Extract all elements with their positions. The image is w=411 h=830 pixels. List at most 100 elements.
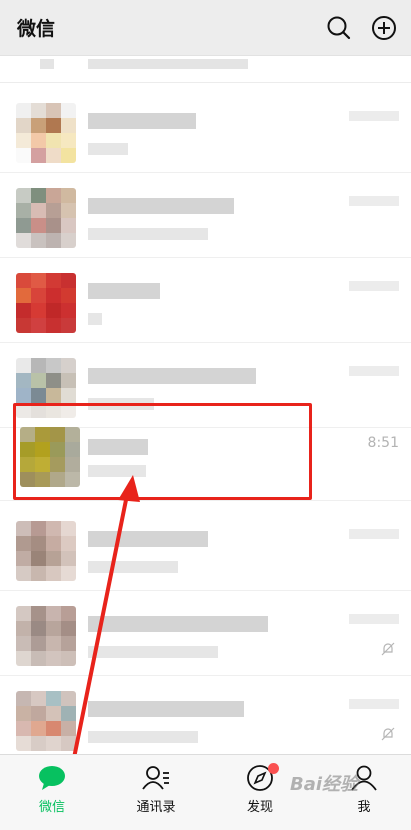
notification-badge	[268, 763, 279, 774]
avatar-pixel	[61, 148, 76, 163]
avatar-pixel	[46, 103, 61, 118]
avatar-pixel	[16, 318, 31, 333]
avatar-pixel	[46, 566, 61, 581]
blurred-content	[88, 59, 248, 69]
chat-name-blurred	[88, 113, 196, 129]
chat-item[interactable]	[0, 259, 411, 343]
avatar-pixel	[61, 288, 76, 303]
chat-preview-blurred	[88, 143, 128, 155]
chat-preview-blurred	[88, 731, 198, 743]
chat-preview-blurred	[88, 646, 218, 658]
avatar-pixel	[31, 388, 46, 403]
avatar-pixel	[16, 288, 31, 303]
avatar-pixel	[31, 358, 46, 373]
tab-label: 微信	[38, 800, 65, 815]
avatar-pixel	[46, 233, 61, 248]
chat-item[interactable]	[0, 174, 411, 258]
avatar-pixel	[16, 188, 31, 203]
avatar-pixel	[31, 706, 46, 721]
avatar-pixel	[46, 736, 61, 751]
avatar-pixel	[46, 133, 61, 148]
tab-discover[interactable]: 发现	[220, 763, 300, 815]
blurred-content	[40, 59, 54, 69]
avatar-pixel	[16, 133, 31, 148]
avatar-pixel	[31, 273, 46, 288]
avatar-pixel	[46, 721, 61, 736]
chat-time-blurred	[349, 529, 399, 539]
avatar	[16, 273, 76, 333]
avatar-pixel	[31, 651, 46, 666]
avatar-pixel	[31, 103, 46, 118]
avatar-pixel	[61, 521, 76, 536]
chat-preview-blurred	[88, 228, 208, 240]
tab-chats[interactable]: 微信	[12, 763, 92, 815]
chat-time-blurred	[349, 111, 399, 121]
avatar	[16, 606, 76, 666]
avatar-pixel	[16, 358, 31, 373]
chat-item[interactable]	[0, 677, 411, 753]
avatar-pixel	[46, 691, 61, 706]
avatar-pixel	[31, 233, 46, 248]
avatar-pixel	[31, 148, 46, 163]
avatar-pixel	[46, 148, 61, 163]
avatar-pixel	[16, 303, 31, 318]
avatar-pixel	[31, 536, 46, 551]
avatar-pixel	[61, 706, 76, 721]
avatar-pixel	[46, 606, 61, 621]
avatar-pixel	[46, 203, 61, 218]
chat-item[interactable]	[0, 89, 411, 173]
avatar-pixel	[46, 318, 61, 333]
avatar-pixel	[46, 273, 61, 288]
avatar-pixel	[61, 273, 76, 288]
avatar-pixel	[61, 736, 76, 751]
avatar-pixel	[46, 706, 61, 721]
avatar-pixel	[16, 606, 31, 621]
avatar-pixel	[31, 318, 46, 333]
avatar-pixel	[16, 148, 31, 163]
avatar-pixel	[61, 566, 76, 581]
avatar-pixel	[31, 691, 46, 706]
mute-bell-icon	[381, 642, 395, 656]
avatar-pixel	[61, 621, 76, 636]
avatar	[16, 521, 76, 581]
contacts-icon	[142, 766, 169, 790]
avatar-pixel	[61, 636, 76, 651]
chat-item[interactable]	[0, 507, 411, 591]
avatar-pixel	[61, 188, 76, 203]
tab-contacts[interactable]: 通讯录	[116, 763, 196, 815]
tab-label: 通讯录	[136, 800, 176, 815]
highlight-box	[13, 403, 312, 500]
chat-item[interactable]	[0, 592, 411, 676]
mute-bell-icon	[381, 727, 395, 741]
avatar-pixel	[16, 566, 31, 581]
avatar-pixel	[61, 303, 76, 318]
avatar-pixel	[61, 721, 76, 736]
chat-time-blurred	[349, 699, 399, 709]
avatar-pixel	[31, 636, 46, 651]
chat-time-blurred	[349, 366, 399, 376]
avatar-pixel	[46, 118, 61, 133]
avatar-pixel	[61, 318, 76, 333]
avatar-pixel	[16, 233, 31, 248]
list-item-partial[interactable]	[0, 57, 411, 83]
plus-circle-icon[interactable]	[369, 13, 399, 43]
avatar-pixel	[61, 358, 76, 373]
avatar-pixel	[16, 736, 31, 751]
avatar-pixel	[46, 651, 61, 666]
search-icon[interactable]	[324, 13, 354, 43]
avatar	[16, 188, 76, 248]
watermark-logo: Bai经验	[290, 774, 359, 795]
avatar-pixel	[16, 536, 31, 551]
avatar-pixel	[16, 636, 31, 651]
chat-name-blurred	[88, 283, 160, 299]
chat-name-blurred	[88, 198, 234, 214]
avatar-pixel	[31, 373, 46, 388]
avatar-pixel	[46, 288, 61, 303]
avatar-pixel	[31, 133, 46, 148]
avatar-pixel	[46, 303, 61, 318]
avatar-pixel	[31, 288, 46, 303]
avatar-pixel	[31, 606, 46, 621]
avatar-pixel	[61, 388, 76, 403]
avatar-pixel	[61, 133, 76, 148]
avatar-pixel	[16, 118, 31, 133]
